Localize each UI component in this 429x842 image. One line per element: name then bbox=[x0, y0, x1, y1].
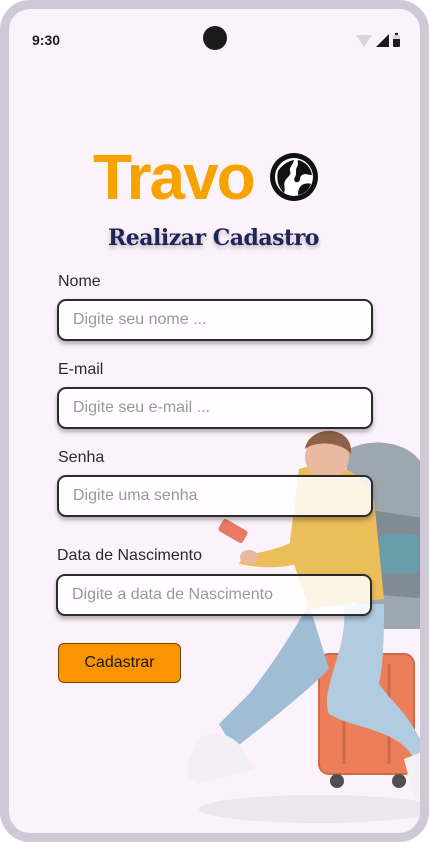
birthdate-input[interactable] bbox=[56, 574, 372, 616]
name-input[interactable] bbox=[57, 299, 373, 341]
page-title: Realizar Cadastro bbox=[108, 225, 319, 251]
brand-logo: Travo bbox=[93, 145, 320, 209]
password-label: Senha bbox=[58, 449, 105, 466]
email-label: E-mail bbox=[58, 361, 104, 378]
wifi-icon bbox=[356, 34, 372, 47]
phone-frame: 9:30 Travo Realizar Cadastro Nome Digite… bbox=[0, 0, 429, 842]
email-input[interactable] bbox=[57, 387, 373, 429]
password-input[interactable] bbox=[57, 475, 373, 517]
register-button[interactable]: Cadastrar bbox=[58, 643, 181, 683]
front-camera bbox=[203, 26, 227, 50]
status-icons bbox=[356, 32, 400, 47]
cellular-signal-icon bbox=[376, 34, 389, 47]
name-label: Nome bbox=[58, 273, 101, 290]
birthdate-label: Data de Nascimento bbox=[57, 547, 202, 564]
status-bar: 9:30 bbox=[9, 9, 420, 69]
battery-icon bbox=[393, 32, 400, 47]
globe-icon bbox=[269, 153, 318, 201]
status-time: 9:30 bbox=[32, 32, 61, 48]
brand-name: Travo bbox=[93, 141, 256, 213]
